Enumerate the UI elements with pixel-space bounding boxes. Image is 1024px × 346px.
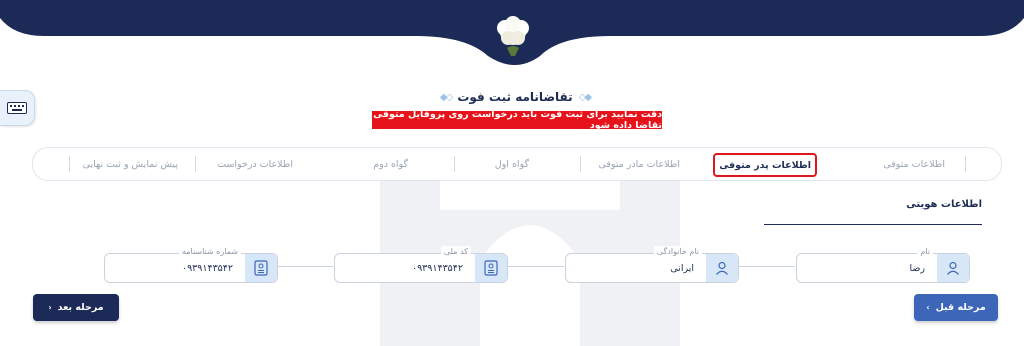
step-mother-info[interactable]: اطلاعات مادر متوفی: [598, 155, 680, 173]
step-first-witness[interactable]: گواه اول: [495, 155, 529, 173]
page-title-row: ◆◇ تقاضانامه ثبت فوت ◇◆: [430, 86, 600, 108]
step-request-info[interactable]: اطلاعات درخواست: [217, 155, 293, 173]
birth-certificate-field[interactable]: شماره شناسنامه ۰۹۳۹۱۴۳۵۴۲: [104, 246, 278, 283]
first-name-field[interactable]: نام رضا: [796, 246, 970, 283]
previous-step-button[interactable]: مرحله قبل ›: [914, 294, 998, 321]
field-connector: [277, 266, 333, 267]
step-deceased-info[interactable]: اطلاعات متوفی: [883, 155, 945, 173]
flower-emblem: [497, 16, 529, 56]
keyboard-button[interactable]: [0, 90, 35, 126]
step-father-info[interactable]: اطلاعات پدر متوفی: [713, 153, 817, 177]
user-icon: [937, 254, 969, 282]
step-second-witness[interactable]: گواه دوم: [373, 155, 408, 173]
next-step-button[interactable]: مرحله بعد ‹: [33, 294, 119, 321]
page-title: تقاضانامه ثبت فوت: [457, 90, 573, 104]
id-card-icon: [245, 254, 277, 282]
warning-banner: دقت نمایید برای ثبت فوت باید درخواست روی…: [372, 109, 662, 131]
step-separator: [454, 156, 455, 172]
id-card-icon: [475, 254, 507, 282]
previous-step-label: مرحله قبل: [935, 302, 986, 313]
step-separator: [965, 156, 966, 172]
section-title: اطلاعات هویتی: [906, 199, 982, 210]
keyboard-icon: [7, 102, 27, 114]
chevron-left-icon: ‹: [48, 303, 52, 312]
last-name-field[interactable]: نام خانوادگی ایرانی: [565, 246, 739, 283]
field-connector: [508, 266, 564, 267]
field-connector: [739, 266, 795, 267]
decor-diamond-icon: ◇◆: [439, 91, 453, 103]
step-preview-submit[interactable]: پیش نمایش و ثبت نهایی: [83, 155, 178, 173]
first-name-value[interactable]: رضا: [909, 254, 925, 282]
last-name-value[interactable]: ایرانی: [670, 254, 694, 282]
section-underline: [764, 224, 982, 225]
step-separator: [69, 156, 70, 172]
user-icon: [706, 254, 738, 282]
step-separator: [580, 156, 581, 172]
national-code-value[interactable]: ۰۹۳۹۱۴۳۵۴۲: [412, 254, 463, 282]
chevron-right-icon: ›: [926, 303, 930, 312]
decor-diamond-icon: ◆◇: [578, 91, 592, 103]
national-code-field[interactable]: کد ملی ۰۹۳۹۱۴۳۵۴۲: [334, 246, 508, 283]
page: ◆◇ تقاضانامه ثبت فوت ◇◆ دقت نمایید برای …: [0, 0, 1024, 346]
step-separator: [195, 156, 196, 172]
birth-certificate-value[interactable]: ۰۹۳۹۱۴۳۵۴۲: [182, 254, 233, 282]
steps-bar: اطلاعات متوفی اطلاعات پدر متوفی اطلاعات …: [32, 147, 1002, 181]
next-step-label: مرحله بعد: [57, 302, 104, 313]
